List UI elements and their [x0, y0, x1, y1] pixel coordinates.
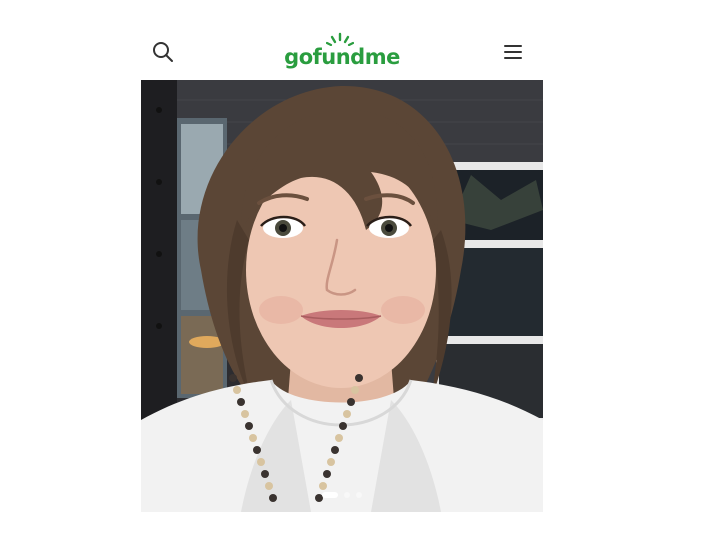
gofundme-logo[interactable]: gofundme — [282, 32, 402, 76]
menu-button[interactable] — [499, 38, 527, 66]
carousel-dot-active[interactable] — [322, 492, 338, 498]
brand-text: gofundme — [284, 45, 400, 69]
search-button[interactable] — [149, 38, 177, 66]
carousel-dot[interactable] — [356, 492, 362, 498]
hamburger-menu-icon — [504, 45, 522, 59]
campaign-hero-image[interactable] — [141, 80, 543, 512]
top-navigation-bar: gofundme — [141, 28, 543, 80]
selfie-photo — [141, 80, 543, 512]
search-icon — [153, 42, 173, 62]
carousel-dot[interactable] — [344, 492, 350, 498]
carousel-pagination — [141, 492, 543, 498]
campaign-page: gofundme — [141, 28, 543, 512]
